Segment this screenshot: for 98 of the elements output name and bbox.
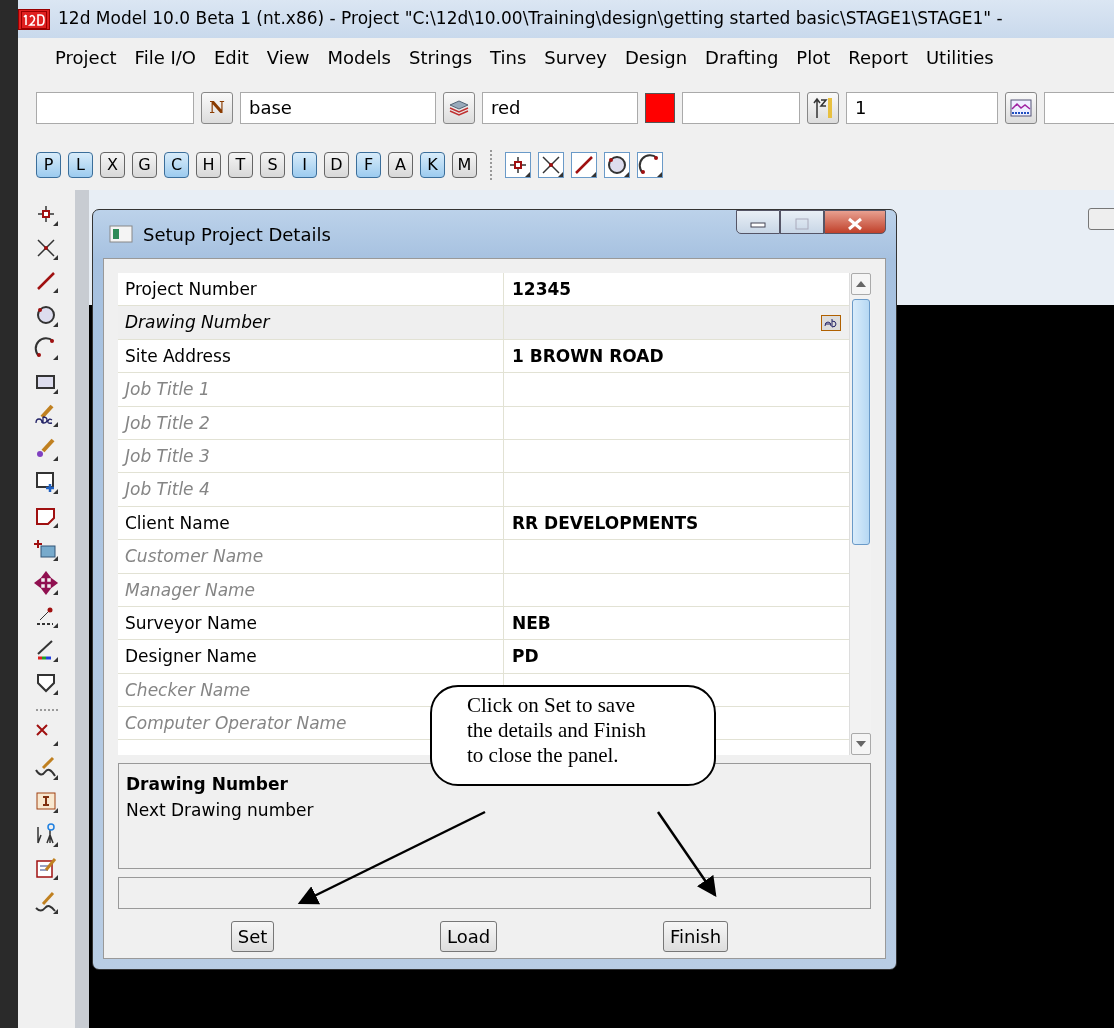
field-value: 12345	[512, 278, 572, 302]
toggle-button[interactable]: P	[36, 152, 61, 178]
field-label: Site Address	[118, 339, 504, 373]
help-text: Next Drawing number	[126, 798, 315, 822]
table-row[interactable]: Designer Name PD	[118, 640, 849, 674]
move-arrows-icon[interactable]	[33, 570, 60, 597]
toggle-button[interactable]: H	[196, 152, 221, 178]
field-value: PD	[512, 645, 539, 669]
toggle-button[interactable]: A	[388, 152, 413, 178]
close-icon	[846, 217, 864, 231]
pencil-curve-icon[interactable]	[33, 755, 60, 782]
toggle-button[interactable]: T	[228, 152, 253, 178]
toggle-button[interactable]: F	[356, 152, 381, 178]
layers-icon[interactable]	[443, 92, 475, 124]
minimize-icon	[750, 220, 766, 228]
maximize-icon	[794, 217, 810, 231]
menu-item[interactable]: Models	[318, 43, 400, 71]
menu-item[interactable]: Utilities	[916, 43, 1003, 71]
table-row[interactable]: Drawing Number	[118, 306, 849, 340]
window-title: 12d Model 10.0 Beta 1 (nt.x86) - Project "C:\12d\10.00\Training\design\getting started basic\STAGE1\STAGE1" -	[58, 7, 1003, 31]
toggle-button[interactable]: K	[420, 152, 445, 178]
cross-point-icon[interactable]	[33, 722, 60, 748]
scrollbar[interactable]	[849, 273, 871, 755]
toggle-button[interactable]: X	[100, 152, 125, 178]
field-value: 1 BROWN ROAD	[512, 344, 664, 368]
pencil-text-icon[interactable]	[33, 403, 60, 429]
sort-icon[interactable]	[807, 92, 839, 124]
field-label: Customer Name	[118, 540, 504, 573]
field-value: NEB	[512, 612, 551, 636]
panel-icon	[109, 224, 133, 244]
text-field[interactable]	[36, 92, 194, 124]
menu-item[interactable]: Edit	[205, 43, 258, 71]
app-logo-icon	[18, 8, 50, 30]
menu-item[interactable]: Design	[615, 43, 697, 71]
table-row[interactable]: Job Title 2	[118, 406, 849, 440]
toggle-button[interactable]: D	[324, 152, 349, 178]
field-label: Surveyor Name	[118, 606, 504, 640]
dialog-title: Setup Project Details	[143, 222, 331, 247]
toggle-button[interactable]: S	[260, 152, 285, 178]
colour-swatch[interactable]	[645, 93, 675, 123]
table-row[interactable]: Customer Name	[118, 540, 849, 574]
arc-icon[interactable]	[33, 336, 60, 362]
menu-item[interactable]: File I/O	[125, 43, 205, 71]
menu-item[interactable]: Survey	[535, 43, 616, 71]
help-title: Drawing Number	[126, 773, 289, 796]
text-field[interactable]: base	[240, 92, 436, 124]
table-row[interactable]: Job Title 4	[118, 473, 849, 507]
menu-item[interactable]: View	[257, 43, 319, 71]
picture-icon[interactable]	[33, 537, 60, 563]
menu-item[interactable]: Plot	[787, 43, 840, 71]
maximize-button[interactable]	[780, 210, 824, 234]
table-row[interactable]: Site Address 1 BROWN ROAD	[118, 339, 849, 374]
menu-item[interactable]: Project	[46, 43, 126, 71]
callout-tooltip: Click on Set to save the details and Finish to close the panel.	[430, 685, 716, 786]
field-label: Designer Name	[118, 640, 504, 673]
text-frame-icon[interactable]	[33, 789, 60, 815]
minimize-button[interactable]	[736, 210, 780, 234]
arc-icon[interactable]	[637, 152, 663, 178]
menu-item[interactable]: Drafting	[696, 43, 788, 71]
toggle-button[interactable]: L	[68, 152, 93, 178]
field-label: Manager Name	[118, 573, 504, 606]
field-label: Job Title 1	[118, 373, 504, 406]
name-button[interactable]: N	[201, 92, 233, 124]
field-label: Drawing Number	[118, 306, 504, 339]
point-icon[interactable]	[505, 152, 531, 178]
text-field[interactable]: red	[482, 92, 638, 124]
field-label: Client Name	[118, 506, 504, 540]
profile-icon[interactable]	[1005, 92, 1037, 124]
menu-item[interactable]: Strings	[400, 43, 482, 71]
toggle-button[interactable]: C	[164, 152, 189, 178]
dialog-button[interactable]: Set	[230, 921, 275, 952]
text-editor-icon[interactable]	[821, 314, 841, 331]
dialog-button[interactable]: Finish	[662, 921, 729, 952]
table-row[interactable]: Client Name RR DEVELOPMENTS	[118, 506, 849, 541]
field-label: Job Title 3	[118, 439, 504, 473]
field-label: Job Title 4	[118, 473, 504, 506]
field-label: Project Number	[118, 273, 504, 306]
field-label: Job Title 2	[118, 406, 504, 439]
toggle-button[interactable]: M	[452, 152, 477, 178]
box-plus-icon[interactable]	[33, 470, 60, 496]
table-row[interactable]: Manager Name	[118, 573, 849, 607]
menu-item[interactable]: Tins	[481, 43, 536, 71]
toggle-button[interactable]: G	[132, 152, 157, 178]
menu-item[interactable]: Report	[839, 43, 917, 71]
toggle-button[interactable]: I	[292, 152, 317, 178]
table-row[interactable]: Job Title 3	[118, 439, 849, 474]
scroll-thumb[interactable]	[851, 299, 870, 545]
window-button[interactable]	[1088, 208, 1114, 230]
cross-icon[interactable]	[538, 152, 564, 178]
pencil-curve-icon[interactable]	[33, 889, 60, 916]
text-field[interactable]	[682, 92, 800, 124]
note-pencil-icon[interactable]	[33, 856, 60, 882]
close-button[interactable]	[824, 210, 886, 234]
field-value: RR DEVELOPMENTS	[512, 511, 699, 535]
table-row[interactable]: Job Title 1	[118, 373, 849, 407]
dialog-button[interactable]: Load	[440, 921, 498, 952]
table-row[interactable]: Surveyor Name NEB	[118, 606, 849, 641]
text-field[interactable]: 1	[846, 92, 998, 124]
